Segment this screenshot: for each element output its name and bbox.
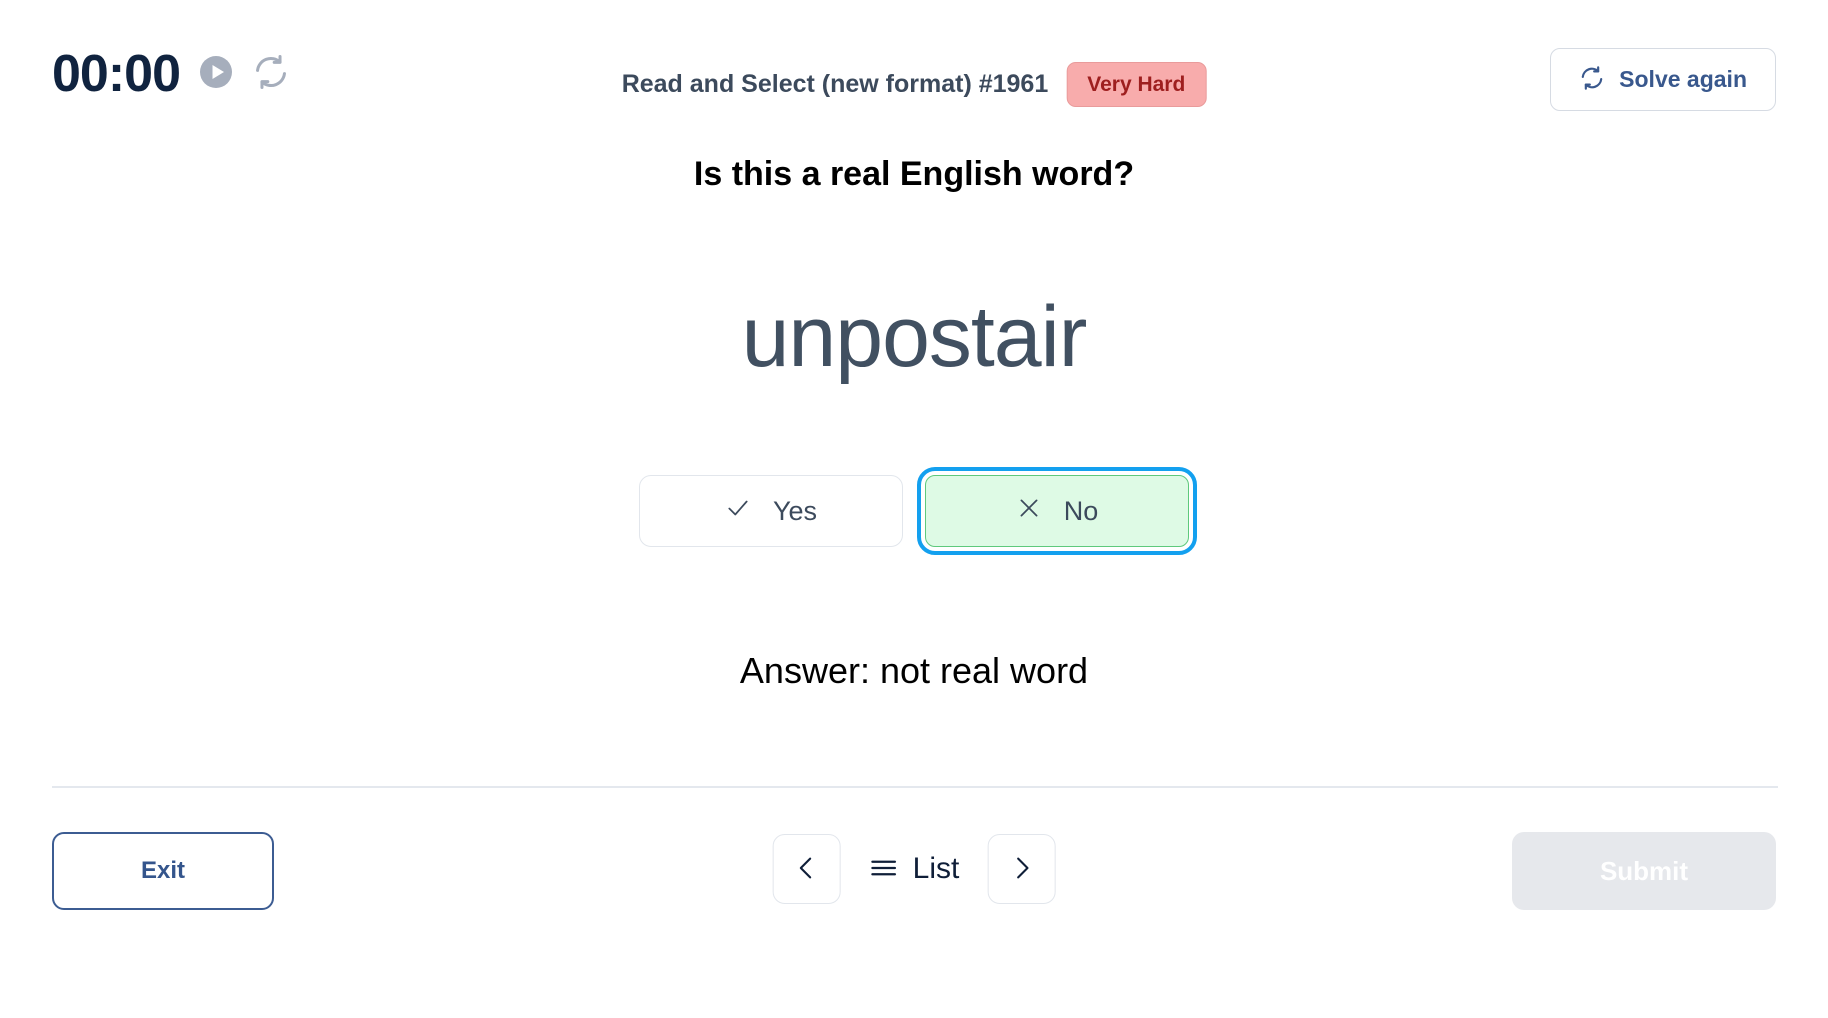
hamburger-menu-icon [869,853,899,886]
difficulty-badge: Very Hard [1066,62,1207,107]
word-display: unpostair [741,289,1088,385]
next-button[interactable] [987,834,1056,904]
check-icon [725,495,751,528]
choice-no-label: No [1063,495,1099,526]
exercise-title-group: Read and Select (new format) #1961 Very … [622,62,1207,107]
footer-bar: Exit List Submit [0,820,1828,930]
reset-refresh-icon[interactable] [252,53,290,96]
question-prompt: Is this a real English word? [693,155,1135,193]
list-label: List [912,852,960,885]
choice-no-button[interactable]: No [917,467,1197,555]
page-title: Read and Select (new format) #1961 [621,70,1049,98]
previous-button[interactable] [772,834,841,904]
solve-again-button[interactable]: Solve again [1550,48,1776,111]
timer-display: 00:00 [52,45,181,103]
chevron-left-icon [793,854,821,885]
top-bar: 00:00 Read and Select (new format) #1961… [0,0,1828,150]
solve-again-label: Solve again [1619,66,1747,92]
footer-divider [52,786,1778,788]
submit-button[interactable]: Submit [1512,832,1776,910]
list-button[interactable]: List [863,852,966,886]
play-circle-icon[interactable] [198,54,234,95]
exit-button[interactable]: Exit [52,832,274,910]
refresh-sync-icon [1579,65,1605,94]
chevron-right-icon [1007,854,1035,885]
answer-text: Answer: not real word [739,650,1089,691]
choice-yes-label: Yes [772,495,818,526]
timer-group: 00:00 [52,48,290,100]
choice-yes-button[interactable]: Yes [639,475,903,547]
cross-icon [1016,495,1042,528]
exercise-page: 00:00 Read and Select (new format) #1961… [0,0,1828,1018]
choice-group: Yes No [0,467,1828,555]
navigation-group: List [772,834,1056,904]
